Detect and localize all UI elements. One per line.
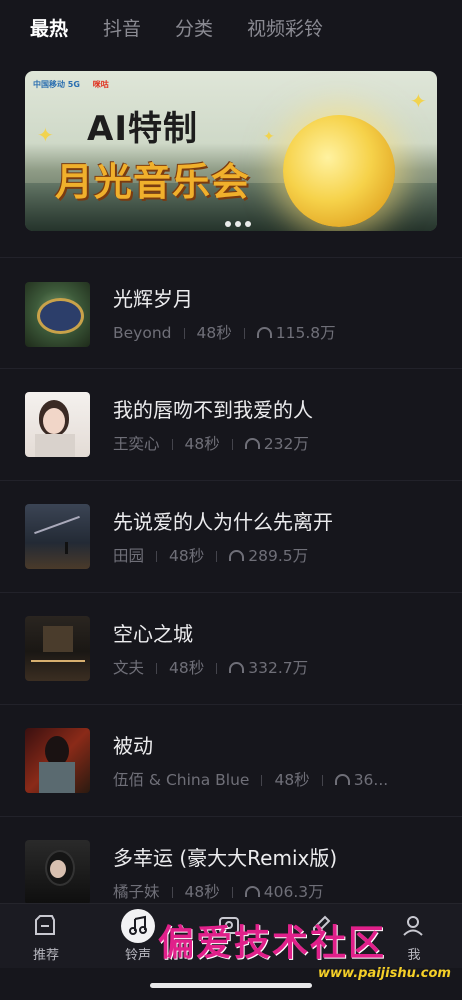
- top-tab-bar: 最热 抖音 分类 视频彩铃: [0, 0, 462, 56]
- duration: 48秒: [169, 547, 205, 565]
- duration: 48秒: [196, 324, 232, 342]
- moon-image: [283, 115, 395, 227]
- banner-title-line2: 月光音乐会: [55, 160, 251, 204]
- album-cover: [25, 392, 90, 457]
- album-cover: [25, 282, 90, 347]
- play-count: 406.3万: [263, 883, 324, 901]
- song-meta: Beyond 48秒 115.8万: [113, 321, 336, 343]
- banner-title-line1: AI特制: [73, 97, 249, 153]
- song-meta: 文夫 48秒 332.7万: [113, 656, 308, 678]
- artist-name: 王奕心: [113, 435, 160, 453]
- nav-label: 推荐: [32, 948, 59, 963]
- headphones-icon: [244, 886, 260, 897]
- tab-video-ringtone[interactable]: 视频彩铃: [247, 14, 323, 41]
- list-item[interactable]: 光辉岁月 Beyond 48秒 115.8万: [0, 257, 462, 369]
- sparkle-icon: ✦: [37, 123, 54, 147]
- list-item[interactable]: 空心之城 文夫 48秒 332.7万: [0, 592, 462, 704]
- artist-name: 橘子妹: [113, 883, 160, 901]
- headphones-icon: [334, 774, 350, 785]
- watermark-url: www.paijishu.com: [318, 966, 451, 981]
- nav-profile[interactable]: 我: [384, 904, 444, 968]
- list-item[interactable]: 被动 伍佰 & China Blue 48秒 36...: [0, 704, 462, 816]
- migu-logo: 咪咕: [92, 80, 109, 89]
- tab-douyin[interactable]: 抖音: [103, 14, 141, 41]
- artist-name: 田园: [113, 547, 145, 565]
- profile-icon: [403, 916, 423, 936]
- album-cover: [25, 728, 90, 793]
- song-meta: 伍佰 & China Blue 48秒 36...: [113, 768, 388, 790]
- song-meta: 王奕心 48秒 232万: [113, 432, 309, 454]
- list-item[interactable]: 我的唇吻不到我爱的人 王奕心 48秒 232万: [0, 368, 462, 480]
- album-cover: [25, 504, 90, 569]
- headphones-icon: [256, 327, 272, 338]
- play-count: 332.7万: [248, 659, 309, 677]
- music-note-icon: [129, 915, 147, 935]
- tab-category[interactable]: 分类: [175, 14, 213, 41]
- play-count: 36...: [353, 771, 389, 789]
- duration: 48秒: [169, 659, 205, 677]
- watermark-text: 偏爱技术社区: [158, 923, 387, 964]
- promo-banner[interactable]: 中国移动 5G 咪咕 ✦ ✦ ✦ AI特制 月光音乐会: [25, 71, 437, 231]
- artist-name: 伍佰 & China Blue: [113, 771, 250, 789]
- album-cover: [25, 616, 90, 681]
- recommend-icon: [35, 915, 55, 935]
- headphones-icon: [229, 662, 245, 673]
- song-meta: 橘子妹 48秒 406.3万: [113, 880, 324, 902]
- home-indicator[interactable]: [150, 983, 312, 988]
- carousel-indicator: [223, 212, 253, 231]
- artist-name: 文夫: [113, 659, 145, 677]
- play-count: 115.8万: [275, 324, 336, 342]
- duration: 48秒: [184, 435, 220, 453]
- sparkle-icon: ✦: [410, 89, 427, 113]
- song-title: 空心之城: [113, 622, 193, 646]
- song-title: 我的唇吻不到我爱的人: [113, 398, 313, 422]
- nav-label: 我: [407, 948, 421, 963]
- duration: 48秒: [274, 771, 310, 789]
- china-mobile-logo: 中国移动 5G: [33, 80, 80, 89]
- artist-name: Beyond: [113, 324, 172, 342]
- album-cover: [25, 840, 90, 905]
- sparkle-icon: ✦: [263, 129, 275, 145]
- tab-hot[interactable]: 最热: [30, 14, 68, 41]
- play-count: 289.5万: [248, 547, 309, 565]
- headphones-icon: [229, 550, 245, 561]
- song-title: 多幸运 (豪大大Remix版): [113, 846, 338, 870]
- banner-logos: 中国移动 5G 咪咕: [33, 79, 109, 90]
- list-item[interactable]: 先说爱的人为什么先离开 田园 48秒 289.5万: [0, 480, 462, 592]
- headphones-icon: [244, 438, 260, 449]
- duration: 48秒: [184, 883, 220, 901]
- song-meta: 田园 48秒 289.5万: [113, 544, 308, 566]
- song-title: 光辉岁月: [113, 287, 193, 311]
- play-count: 232万: [263, 435, 309, 453]
- nav-recommend[interactable]: 推荐: [16, 904, 76, 968]
- song-title: 被动: [113, 734, 153, 758]
- song-title: 先说爱的人为什么先离开: [113, 510, 333, 534]
